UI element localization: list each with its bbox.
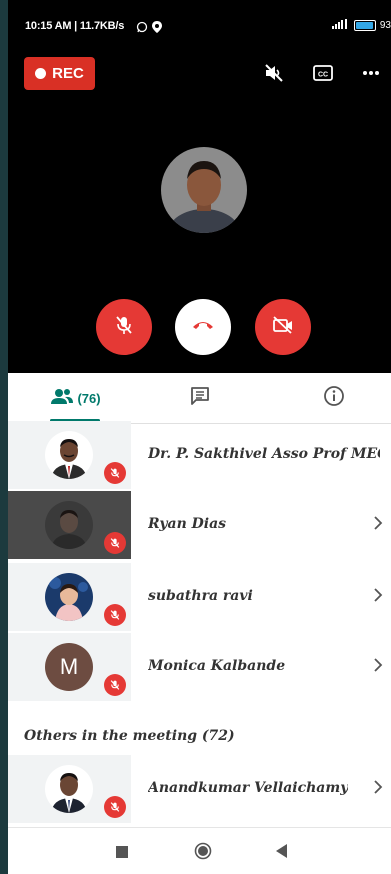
mic-off-badge	[104, 796, 126, 818]
mic-off-badge	[104, 462, 126, 484]
chevron-right-icon[interactable]	[373, 587, 383, 608]
chevron-right-icon[interactable]	[373, 657, 383, 678]
participant-row[interactable]: subathra ravi	[8, 563, 391, 631]
avatar	[45, 501, 93, 549]
battery-icon	[353, 20, 376, 31]
panel-tabs: (76)	[8, 373, 391, 424]
participants-panel: (76) Dr. P. Sakthivel Asso Prof ME Ryan …	[8, 373, 391, 827]
people-count: (76)	[77, 390, 101, 406]
end-call-icon	[191, 318, 215, 336]
video-toggle-button[interactable]	[255, 299, 311, 355]
end-call-button[interactable]	[175, 299, 231, 355]
participant-name: Anandkumar Vellaichamy	[148, 780, 349, 796]
avatar	[45, 765, 93, 813]
participant-row[interactable]: Dr. P. Sakthivel Asso Prof MECH (Y...	[8, 421, 391, 489]
tab-info[interactable]	[312, 373, 356, 423]
recording-badge[interactable]: REC	[24, 57, 95, 90]
participant-row[interactable]: M Monica Kalbande	[8, 633, 391, 701]
participant-name: Monica Kalbande	[148, 658, 286, 674]
record-dot-icon	[35, 68, 47, 79]
speaker-off-icon[interactable]	[261, 60, 287, 86]
status-bar: 10:15 AM | 11.7KB/s 93	[8, 0, 391, 50]
mic-off-badge	[104, 674, 126, 696]
tab-people[interactable]: (76)	[46, 373, 106, 423]
rec-label: REC	[52, 65, 84, 82]
square-nav-icon[interactable]	[116, 845, 128, 863]
status-right: 93	[331, 19, 391, 32]
video-off-icon	[271, 315, 295, 340]
info-icon	[323, 385, 345, 412]
tab-chat[interactable]	[178, 373, 222, 423]
avatar	[45, 573, 93, 621]
status-time: 10:15 AM | 11.7KB/s	[25, 20, 125, 32]
system-nav-bar	[8, 827, 391, 874]
home-nav-icon[interactable]	[194, 842, 212, 865]
chevron-right-icon[interactable]	[373, 779, 383, 800]
back-nav-icon[interactable]	[276, 844, 288, 863]
avatar: M	[45, 643, 93, 691]
active-speaker-avatar	[161, 147, 247, 233]
call-screen: 10:15 AM | 11.7KB/s 93 REC CC (76) Dr. P…	[8, 0, 391, 874]
avatar	[45, 431, 93, 479]
others-section-label: Others in the meeting (72)	[24, 728, 235, 744]
avatar-initial: M	[59, 654, 79, 679]
mic-off-icon	[113, 314, 135, 341]
chat-icon	[190, 386, 210, 411]
captions-icon[interactable]: CC	[310, 60, 336, 86]
svg-text:CC: CC	[318, 72, 328, 79]
whatsapp-icon	[136, 20, 148, 38]
battery-level: 93	[379, 20, 391, 31]
mic-toggle-button[interactable]	[96, 299, 152, 355]
participant-name: Dr. P. Sakthivel Asso Prof MECH (Y...	[148, 446, 380, 462]
mic-off-badge	[104, 604, 126, 626]
participant-row[interactable]: Anandkumar Vellaichamy	[8, 755, 391, 823]
people-icon	[51, 388, 74, 409]
participant-name: Ryan Dias	[148, 516, 227, 532]
participant-name: subathra ravi	[148, 588, 253, 604]
signal-icon	[331, 19, 350, 32]
mic-off-badge	[104, 532, 126, 554]
more-icon[interactable]	[358, 60, 384, 86]
chevron-right-icon[interactable]	[373, 515, 383, 536]
location-icon	[152, 20, 162, 38]
participant-row[interactable]: Ryan Dias	[8, 491, 391, 559]
